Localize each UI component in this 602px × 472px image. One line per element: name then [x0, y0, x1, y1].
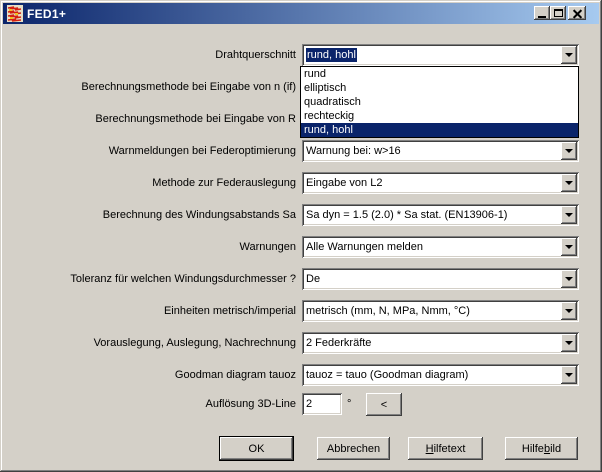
combo-vorauslegung[interactable]: 2 Federkräfte [302, 332, 579, 354]
chevron-down-icon [565, 181, 573, 189]
maximize-icon [554, 9, 563, 17]
drahtquerschnitt-dropdown-list: rund elliptisch quadratisch rechteckig r… [300, 66, 579, 138]
combo-warnmeldungen-value: Warnung bei: w>16 [306, 142, 559, 160]
combo-methode-federauslegung-value: Eingabe von L2 [306, 174, 559, 192]
chevron-down-icon [565, 373, 573, 381]
label-methode-federauslegung: Methode zur Federauslegung [8, 172, 296, 194]
label-aufloesung-3d-line: Auflösung 3D-Line [8, 393, 296, 415]
combo-windungsabstand[interactable]: Sa dyn = 1.5 (2.0) * Sa stat. (EN13906-1… [302, 204, 579, 226]
window-title: FED1+ [27, 3, 66, 24]
combo-goodman[interactable]: tauoz = tauo (Goodman diagram) [302, 364, 579, 386]
combo-warnmeldungen[interactable]: Warnung bei: w>16 [302, 140, 579, 162]
combo-windungsabstand-value: Sa dyn = 1.5 (2.0) * Sa stat. (EN13906-1… [306, 206, 559, 224]
dropdown-item-rund-hohl[interactable]: rund, hohl [301, 123, 578, 137]
degree-unit-label: ° [347, 393, 351, 415]
combo-warnmeldungen-dropdown-button[interactable] [561, 142, 577, 160]
dropdown-item-rechteckig[interactable]: rechteckig [301, 109, 578, 123]
label-goodman: Goodman diagram tauoz [8, 364, 296, 386]
combo-toleranz-dropdown-button[interactable] [561, 270, 577, 288]
combo-toleranz-value: De [306, 270, 559, 288]
dropdown-item-elliptisch[interactable]: elliptisch [301, 81, 578, 95]
chevron-down-icon [565, 245, 573, 253]
label-drahtquerschnitt: Drahtquerschnitt [8, 44, 296, 66]
helptext-button[interactable]: Hilfetext [408, 437, 483, 460]
combo-methode-federauslegung[interactable]: Eingabe von L2 [302, 172, 579, 194]
title-bar[interactable]: FED1+ [3, 3, 599, 24]
label-vorauslegung: Vorauslegung, Auslegung, Nachrechnung [8, 332, 296, 354]
combo-einheiten-dropdown-button[interactable] [561, 302, 577, 320]
cancel-button[interactable]: Abbrechen [317, 437, 390, 460]
chevron-down-icon [565, 277, 573, 285]
combo-goodman-dropdown-button[interactable] [561, 366, 577, 384]
label-einheiten: Einheiten metrisch/imperial [8, 300, 296, 322]
decrease-button[interactable]: < [366, 393, 402, 416]
chevron-down-icon [565, 341, 573, 349]
combo-vorauslegung-dropdown-button[interactable] [561, 334, 577, 352]
ok-button[interactable]: OK [219, 436, 294, 461]
close-icon [573, 9, 582, 18]
chevron-down-icon [565, 213, 573, 221]
combo-einheiten[interactable]: metrisch (mm, N, MPa, Nmm, °C) [302, 300, 579, 322]
combo-methode-federauslegung-dropdown-button[interactable] [561, 174, 577, 192]
app-spring-icon [6, 5, 23, 22]
combo-warnungen-dropdown-button[interactable] [561, 238, 577, 256]
combo-goodman-value: tauoz = tauo (Goodman diagram) [306, 366, 559, 384]
label-toleranz: Toleranz für welchen Windungsdurchmesser… [8, 268, 296, 290]
dropdown-item-quadratisch[interactable]: quadratisch [301, 95, 578, 109]
aufloesung-input[interactable] [302, 393, 342, 415]
label-berechnungsmethode-n: Berechnungsmethode bei Eingabe von n (if… [8, 76, 296, 98]
minimize-button[interactable] [534, 6, 550, 20]
label-warnungen: Warnungen [8, 236, 296, 258]
label-warnmeldungen: Warnmeldungen bei Federoptimierung [8, 140, 296, 162]
combo-windungsabstand-dropdown-button[interactable] [561, 206, 577, 224]
dropdown-item-rund[interactable]: rund [301, 67, 578, 81]
combo-drahtquerschnitt-dropdown-button[interactable] [561, 46, 577, 64]
combo-drahtquerschnitt[interactable]: rund, hohl [302, 44, 579, 66]
combo-einheiten-value: metrisch (mm, N, MPa, Nmm, °C) [306, 302, 559, 320]
combo-toleranz[interactable]: De [302, 268, 579, 290]
chevron-down-icon [565, 309, 573, 317]
minimize-icon [538, 16, 546, 18]
combo-vorauslegung-value: 2 Federkräfte [306, 334, 559, 352]
label-windungsabstand: Berechnung des Windungsabstands Sa [8, 204, 296, 226]
combo-warnungen[interactable]: Alle Warnungen melden [302, 236, 579, 258]
close-button[interactable] [568, 6, 586, 20]
combo-drahtquerschnitt-value: rund, hohl [306, 46, 559, 64]
helpimage-button[interactable]: Hilfebild [505, 437, 578, 460]
chevron-down-icon [565, 149, 573, 157]
label-berechnungsmethode-r: Berechnungsmethode bei Eingabe von R [8, 108, 296, 130]
combo-warnungen-value: Alle Warnungen melden [306, 238, 559, 256]
dialog-window: FED1+ Drahtquerschnitt rund, hohl rund e… [0, 0, 602, 472]
maximize-button[interactable] [550, 6, 566, 20]
chevron-down-icon [565, 53, 573, 61]
